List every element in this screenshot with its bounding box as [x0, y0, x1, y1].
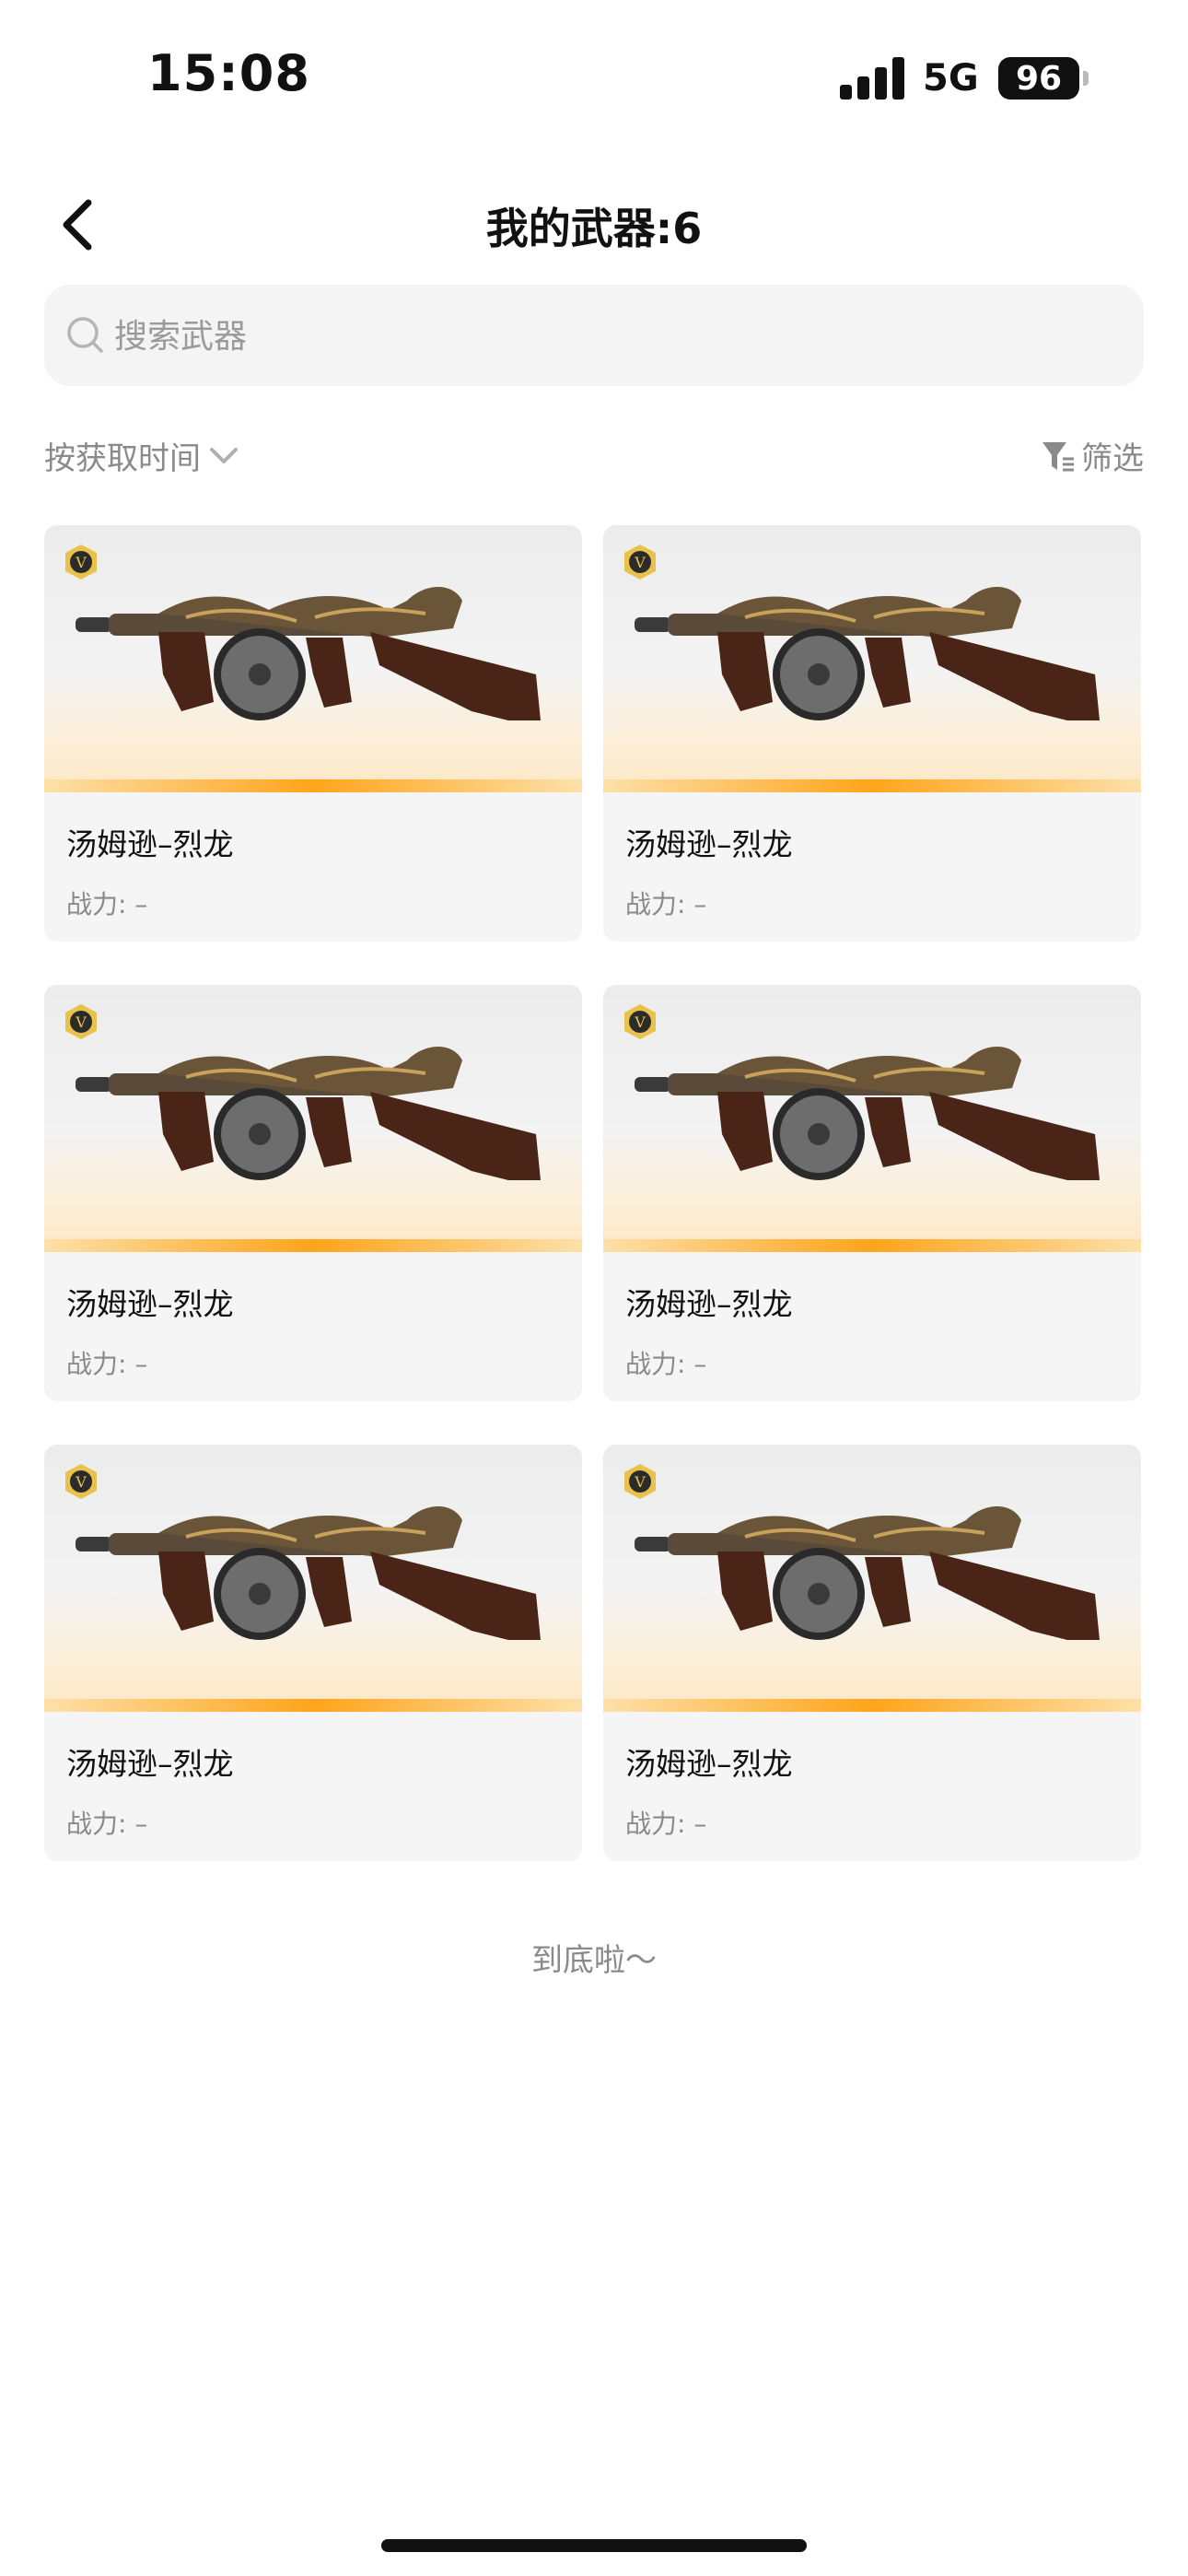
list-end-text: 到底啦～: [531, 1942, 657, 1979]
rarity-bar: [603, 779, 1141, 792]
weapon-card[interactable]: V 汤姆逊–烈龙 战力: –: [603, 1445, 1141, 1861]
network-label: 5G: [923, 57, 979, 100]
weapon-image-area: V: [603, 1445, 1141, 1712]
weapon-image: [635, 587, 1100, 720]
weapon-card[interactable]: V 汤姆逊–烈龙 战力: –: [603, 985, 1141, 1401]
weapon-power: 战力: –: [66, 889, 148, 919]
rarity-bar: [44, 1699, 582, 1712]
sort-dropdown[interactable]: 按获取时间: [44, 433, 239, 478]
status-bar: 15:08 5G 96: [0, 0, 1188, 157]
weapon-image-area: V: [44, 525, 582, 792]
weapon-card[interactable]: V 汤姆逊–烈龙 战力: –: [603, 525, 1141, 942]
vip-badge-letter: V: [75, 554, 87, 571]
home-indicator[interactable]: [381, 2539, 807, 2552]
weapon-image: [76, 1506, 541, 1640]
search-input[interactable]: [112, 285, 1111, 388]
weapon-card[interactable]: V 汤姆逊–烈龙 战力: –: [44, 525, 582, 942]
weapon-image-area: V: [44, 985, 582, 1252]
weapon-power: 战力: –: [66, 1349, 148, 1379]
weapon-power: 战力: –: [625, 889, 707, 919]
weapon-power: 战力: –: [66, 1809, 148, 1839]
status-time: 15:08: [147, 44, 310, 102]
rarity-bar: [603, 1699, 1141, 1712]
page-title: 我的武器:6: [485, 204, 703, 253]
weapon-image-area: V: [603, 985, 1141, 1252]
vip-badge-letter: V: [634, 1473, 646, 1491]
weapon-image: [76, 1047, 541, 1180]
signal-icon: [840, 57, 904, 100]
filter-label: 筛选: [1081, 440, 1144, 477]
sort-label: 按获取时间: [44, 440, 201, 477]
weapon-power: 战力: –: [625, 1809, 707, 1839]
chevron-down-icon: [210, 447, 238, 463]
filter-icon: [1042, 441, 1074, 471]
weapon-name: 汤姆逊–烈龙: [66, 826, 234, 862]
search-icon: [67, 317, 103, 353]
weapon-name: 汤姆逊–烈龙: [66, 1746, 234, 1782]
vip-badge-letter: V: [634, 1013, 646, 1031]
search-bar[interactable]: [44, 285, 1144, 388]
weapon-image: [635, 1047, 1100, 1180]
filter-button[interactable]: 筛选: [1041, 433, 1144, 478]
rarity-bar: [44, 1239, 582, 1252]
weapon-image-area: V: [603, 525, 1141, 792]
weapon-image: [76, 587, 541, 720]
vip-badge-letter: V: [75, 1473, 87, 1491]
vip-badge-letter: V: [634, 554, 646, 571]
weapon-name: 汤姆逊–烈龙: [66, 1286, 234, 1322]
battery-icon: 96: [998, 57, 1079, 100]
vip-badge-letter: V: [75, 1013, 87, 1031]
weapon-name: 汤姆逊–烈龙: [625, 826, 793, 862]
rarity-bar: [603, 1239, 1141, 1252]
weapon-card[interactable]: V 汤姆逊–烈龙 战力: –: [44, 985, 582, 1401]
rarity-bar: [44, 779, 582, 792]
weapon-card[interactable]: V 汤姆逊–烈龙 战力: –: [44, 1445, 582, 1861]
weapon-name: 汤姆逊–烈龙: [625, 1286, 793, 1322]
weapon-image-area: V: [44, 1445, 582, 1712]
battery-tip: [1083, 71, 1089, 86]
weapon-image: [635, 1506, 1100, 1640]
weapon-name: 汤姆逊–烈龙: [625, 1746, 793, 1782]
weapon-power: 战力: –: [625, 1349, 707, 1379]
